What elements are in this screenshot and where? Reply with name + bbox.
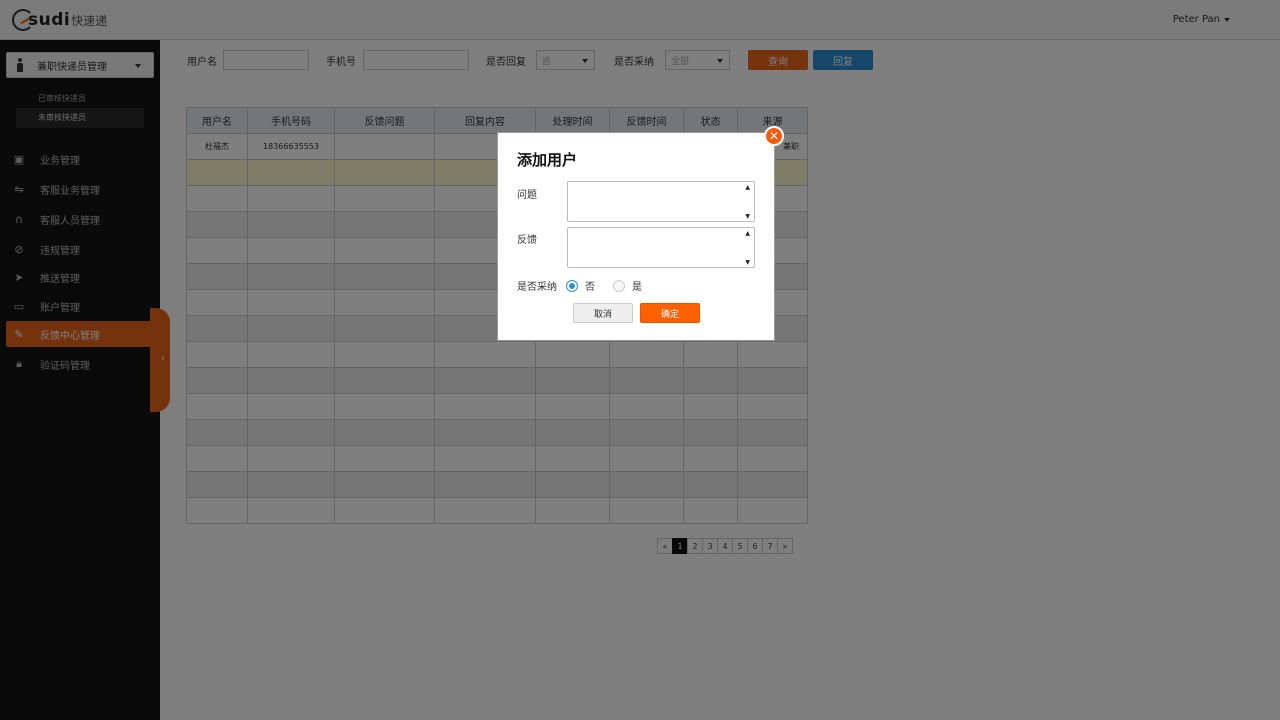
- radio-no-label: 否: [585, 282, 595, 293]
- scroll-down-icon[interactable]: ▼: [745, 213, 750, 220]
- radio-unchecked-icon: [613, 279, 625, 292]
- radio-no[interactable]: 否: [566, 278, 595, 293]
- adopted-label: 是否采纳: [517, 282, 557, 293]
- cancel-button[interactable]: 取消: [573, 303, 633, 323]
- feedback-label: 反馈: [517, 235, 537, 246]
- radio-yes-label: 是: [632, 282, 642, 293]
- feedback-textarea[interactable]: ▲ ▼: [567, 227, 755, 268]
- modal-overlay[interactable]: [0, 0, 1280, 720]
- question-textarea[interactable]: ▲ ▼: [567, 181, 755, 222]
- close-icon[interactable]: ✕: [764, 126, 784, 146]
- question-label: 问题: [517, 190, 537, 201]
- scroll-down-icon[interactable]: ▼: [745, 259, 750, 266]
- radio-checked-icon: [566, 279, 578, 292]
- scroll-up-icon[interactable]: ▲: [745, 230, 750, 237]
- confirm-button[interactable]: 确定: [640, 303, 700, 323]
- add-user-dialog: 添加用户 问题 ▲ ▼ 反馈 ▲ ▼ 是否采纳 否 是 取消 确定: [497, 132, 775, 341]
- radio-yes[interactable]: 是: [613, 278, 642, 293]
- scroll-up-icon[interactable]: ▲: [745, 184, 750, 191]
- dialog-title: 添加用户: [517, 151, 578, 169]
